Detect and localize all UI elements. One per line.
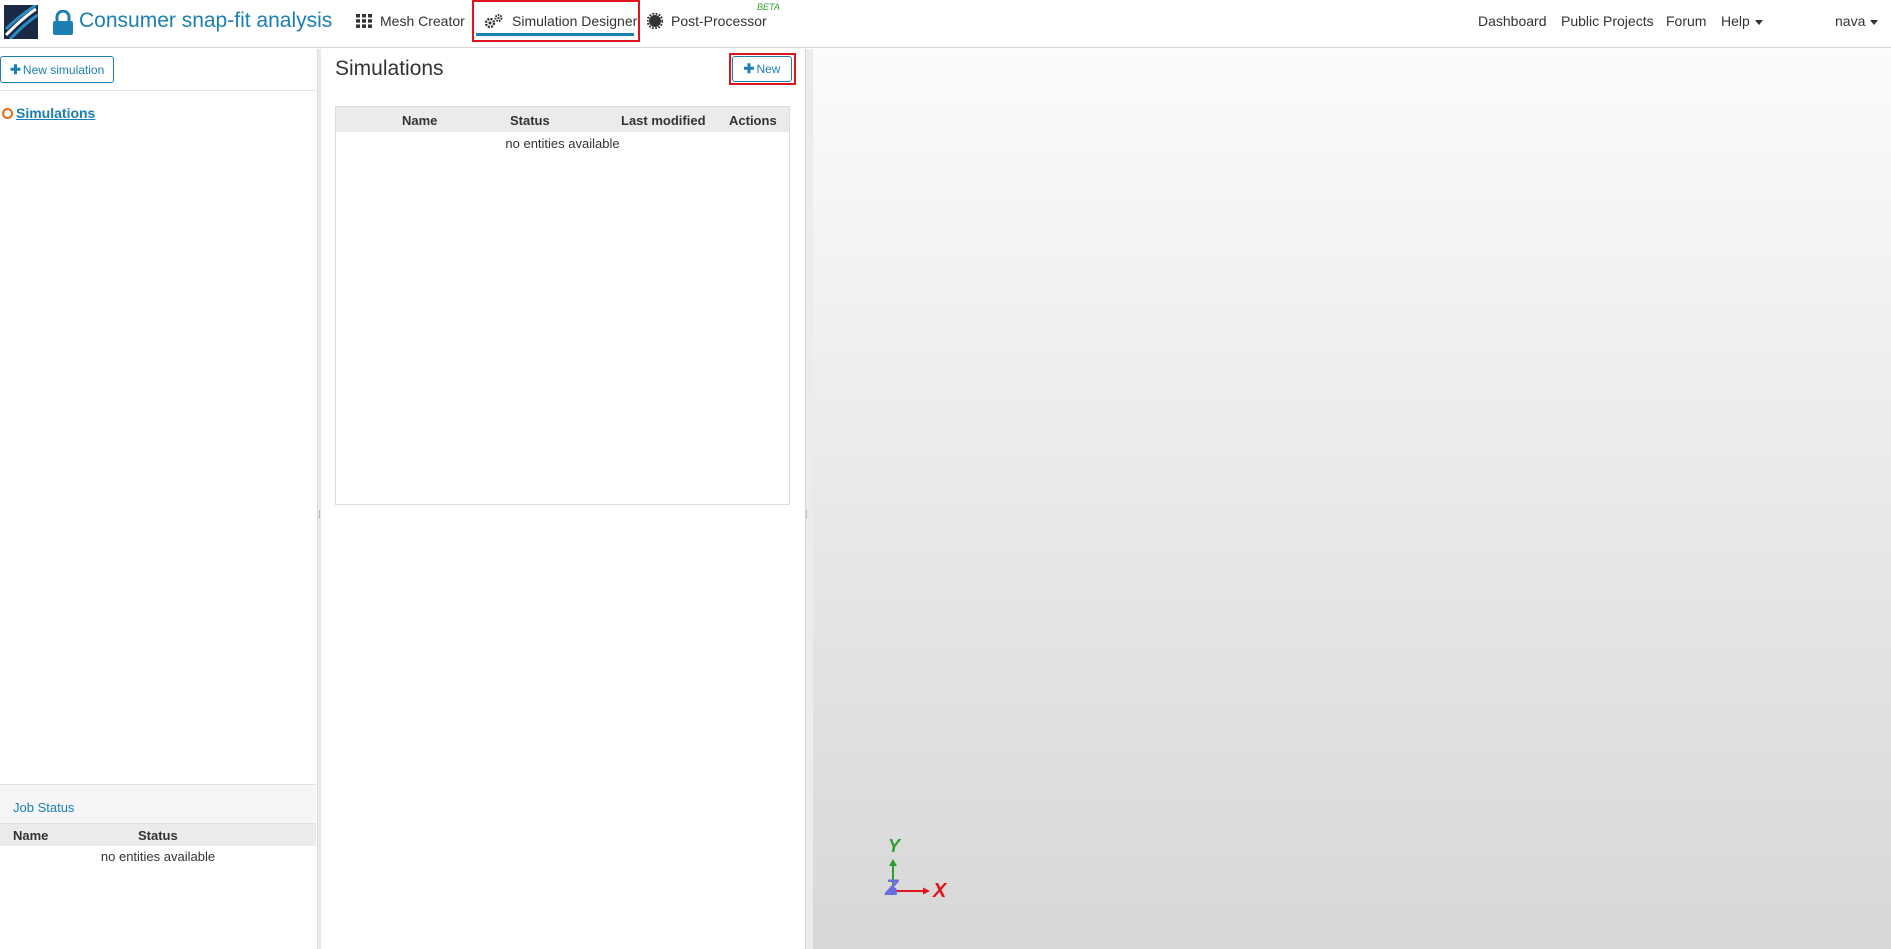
- job-status-table-header: Name Status: [0, 824, 316, 846]
- gear-icon: [647, 13, 663, 29]
- y-axis-arrow-icon: [889, 859, 897, 866]
- app-logo-icon[interactable]: [4, 5, 38, 39]
- project-title[interactable]: Consumer snap-fit analysis: [79, 9, 332, 33]
- nav-link-forum[interactable]: Forum: [1666, 13, 1706, 29]
- tab-mesh-creator[interactable]: Mesh Creator: [356, 0, 465, 42]
- top-navbar: Consumer snap-fit analysis Mesh Creator …: [0, 0, 1891, 48]
- tab-post-processor[interactable]: Post-Processor: [647, 0, 767, 42]
- tab-label: Post-Processor: [671, 13, 767, 29]
- table-empty-message: no entities available: [505, 136, 620, 151]
- active-tab-indicator: [476, 33, 634, 36]
- nav-help-dropdown[interactable]: Help: [1721, 13, 1763, 29]
- lock-icon: [53, 10, 73, 35]
- tree-item-simulations[interactable]: Simulations: [2, 105, 95, 121]
- new-button[interactable]: ✚ New: [732, 56, 792, 82]
- table-header: Name Status Last modified Actions: [336, 107, 789, 132]
- column-header-status[interactable]: Status: [510, 113, 550, 128]
- new-simulation-label: New simulation: [22, 62, 105, 77]
- splitter-grip-icon[interactable]: ⁞: [805, 510, 808, 521]
- user-menu-dropdown[interactable]: nava: [1835, 13, 1879, 29]
- simulations-panel: Simulations ✚ New Name Status Last modif…: [321, 49, 805, 949]
- gears-icon: [484, 14, 503, 29]
- caret-down-icon: [1754, 19, 1763, 25]
- job-status-empty-message: no entities available: [100, 849, 216, 864]
- grid-icon: [356, 14, 372, 28]
- tree-item-label: Simulations: [16, 105, 96, 121]
- beta-badge: BETA: [757, 2, 780, 12]
- user-name: nava: [1835, 13, 1866, 29]
- simulations-table: Name Status Last modified Actions no ent…: [335, 106, 790, 505]
- page-title: Simulations: [335, 57, 444, 80]
- plus-icon: ✚: [10, 61, 21, 77]
- new-simulation-button[interactable]: ✚ New simulation: [0, 56, 115, 83]
- caret-down-icon: [1870, 19, 1879, 25]
- left-panel: ✚ New simulation Simulations Job Status …: [0, 49, 318, 949]
- axis-triad: Y X Z: [884, 836, 948, 902]
- status-circle-icon: [2, 107, 13, 119]
- column-header-status[interactable]: Status: [138, 828, 178, 843]
- 3d-viewport[interactable]: Y X Z: [813, 49, 1891, 949]
- help-label: Help: [1721, 13, 1750, 29]
- job-status-panel: Job Status Name Status no entities avail…: [0, 784, 316, 949]
- column-header-actions[interactable]: Actions: [729, 113, 777, 128]
- tab-label: Simulation Designer: [512, 13, 638, 29]
- divider: [0, 90, 318, 91]
- panel-splitter-right[interactable]: [805, 49, 813, 949]
- tab-simulation-designer[interactable]: Simulation Designer: [472, 0, 640, 42]
- job-status-title[interactable]: Job Status: [0, 784, 316, 824]
- tab-label: Mesh Creator: [380, 13, 465, 29]
- z-axis-label: Z: [884, 875, 900, 900]
- nav-link-dashboard[interactable]: Dashboard: [1478, 13, 1547, 29]
- x-axis-arrow-icon: [923, 887, 930, 895]
- plus-icon: ✚: [743, 61, 755, 76]
- new-label: New: [756, 62, 781, 76]
- nav-link-public-projects[interactable]: Public Projects: [1561, 13, 1654, 29]
- column-header-name[interactable]: Name: [13, 828, 48, 843]
- column-header-last-modified[interactable]: Last modified: [621, 113, 706, 128]
- column-header-name[interactable]: Name: [402, 113, 437, 128]
- y-axis-label: Y: [888, 836, 902, 856]
- x-axis-label: X: [932, 880, 948, 902]
